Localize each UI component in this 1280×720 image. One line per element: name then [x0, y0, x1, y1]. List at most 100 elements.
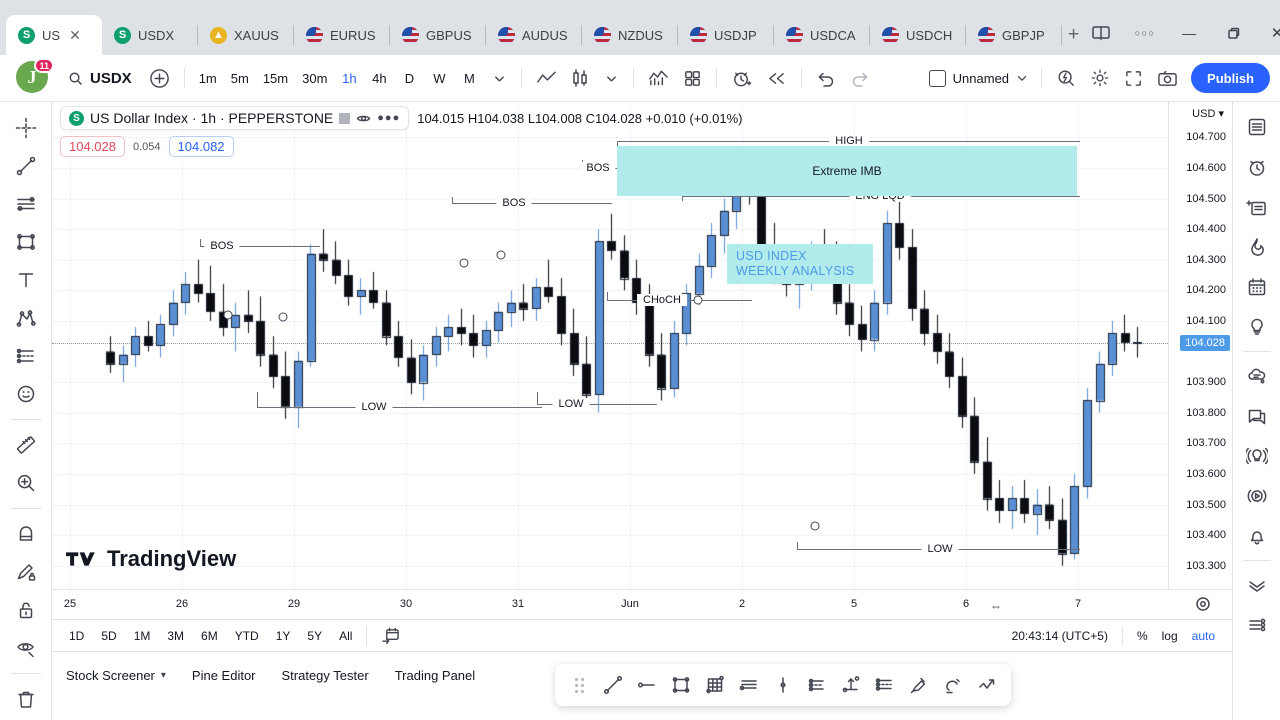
range-1D[interactable]: 1D	[62, 627, 91, 645]
resize-handle-icon[interactable]: ⇔	[990, 599, 1002, 613]
redo-button[interactable]	[843, 63, 877, 93]
trend-line-icon[interactable]	[7, 148, 45, 184]
reading-list-icon[interactable]	[1079, 16, 1123, 50]
text-icon[interactable]	[7, 262, 45, 298]
long-position-icon[interactable]	[835, 669, 867, 701]
brush-icon[interactable]	[903, 669, 935, 701]
rectangle-icon[interactable]	[7, 224, 45, 260]
browser-tab[interactable]: AUDUS	[486, 15, 582, 55]
interval-dropdown-icon[interactable]	[484, 63, 514, 93]
range-YTD[interactable]: YTD	[228, 627, 266, 645]
fib-channel-icon[interactable]	[869, 669, 901, 701]
close-tab-icon[interactable]: ✕	[69, 28, 81, 42]
templates-icon[interactable]	[676, 63, 709, 93]
grid-icon[interactable]	[699, 669, 731, 701]
interval-D[interactable]: D	[394, 63, 424, 93]
browser-tab[interactable]: S USDX	[102, 15, 198, 55]
chart-pane[interactable]: HIGH ENG LQD BOS BOS BOS CHoCH LOW LOW LOW Extre…	[52, 102, 1168, 589]
browser-tab[interactable]: GBPJP	[966, 15, 1062, 55]
layout-selector[interactable]: Unnamed	[923, 69, 1034, 87]
alerts-icon[interactable]	[1238, 148, 1276, 186]
ask-price[interactable]: 104.082	[168, 136, 234, 157]
price-unit[interactable]: USD ▾	[1192, 107, 1224, 120]
interval-1h[interactable]: 1h	[334, 63, 364, 93]
browser-tab[interactable]: S US ✕	[6, 15, 102, 55]
browser-tab[interactable]: USDJP	[678, 15, 774, 55]
interval-M[interactable]: M	[454, 63, 484, 93]
auto-scale-button[interactable]: auto	[1185, 627, 1222, 645]
browser-tab[interactable]: GBPUS	[390, 15, 486, 55]
chat-cloud-icon[interactable]	[1238, 357, 1276, 395]
quick-search-icon[interactable]	[1049, 63, 1083, 93]
structure-leg[interactable]	[200, 239, 201, 246]
eye-icon[interactable]	[356, 111, 371, 126]
more-icon[interactable]: ●●●	[377, 112, 400, 124]
interval-4h[interactable]: 4h	[364, 63, 394, 93]
structure-leg[interactable]	[537, 392, 538, 404]
ruler-icon[interactable]	[7, 427, 45, 463]
bottom-tab-strategy-tester[interactable]: Strategy Tester	[282, 668, 369, 683]
interval-1m[interactable]: 1m	[192, 63, 224, 93]
interval-30m[interactable]: 30m	[295, 63, 334, 93]
ideas-icon[interactable]	[1238, 308, 1276, 346]
stream-icon[interactable]	[1238, 477, 1276, 515]
range-All[interactable]: All	[332, 627, 359, 645]
horizontal-lines-icon[interactable]	[7, 186, 45, 222]
zigzag-arrow-icon[interactable]	[971, 669, 1003, 701]
bos-line[interactable]	[452, 203, 612, 204]
hotlist-icon[interactable]	[1238, 228, 1276, 266]
parallel-channel-icon[interactable]	[733, 669, 765, 701]
time-scale[interactable]: 25 26 29 30 31 Jun 2 5 6 7 ⇔	[52, 589, 1232, 619]
low-line[interactable]	[257, 407, 542, 408]
collapse-icon[interactable]	[1238, 566, 1276, 604]
lock-icon[interactable]	[7, 592, 45, 628]
bottom-tab-trading-panel[interactable]: Trading Panel	[395, 668, 475, 683]
indicators-icon[interactable]	[641, 63, 676, 93]
interval-5m[interactable]: 5m	[224, 63, 256, 93]
bottom-tab-stock-screener[interactable]: Stock Screener ▾	[66, 668, 166, 683]
fib-retracement-icon[interactable]	[7, 338, 45, 374]
analysis-note[interactable]: USD INDEX WEEKLY ANALYSIS	[727, 244, 873, 284]
chart-type-dropdown-icon[interactable]	[596, 63, 626, 93]
chart-style-icon[interactable]	[339, 112, 351, 124]
publish-button[interactable]: Publish	[1191, 63, 1270, 93]
browser-tab[interactable]: ▲ XAUUS	[198, 15, 294, 55]
range-5D[interactable]: 5D	[94, 627, 123, 645]
public-chat-icon[interactable]	[1238, 397, 1276, 435]
data-window-icon[interactable]	[1238, 188, 1276, 226]
broadcast-icon[interactable]	[1238, 437, 1276, 475]
highlighter-icon[interactable]	[937, 669, 969, 701]
trash-icon[interactable]	[7, 681, 45, 717]
browser-tab[interactable]: EURUS	[294, 15, 390, 55]
interval-15m[interactable]: 15m	[256, 63, 295, 93]
clock-time[interactable]: 20:43:14 (UTC+5)	[1005, 627, 1115, 645]
pencil-lock-icon[interactable]	[7, 554, 45, 590]
snapshot-camera-icon[interactable]	[1150, 63, 1185, 93]
avatar[interactable]: J 11	[16, 58, 54, 95]
candle-chart-type-icon[interactable]	[564, 63, 596, 93]
watchlist-icon[interactable]	[1238, 108, 1276, 146]
goto-date-icon[interactable]	[374, 625, 407, 646]
flat-bottom-icon[interactable]	[801, 669, 833, 701]
cross-cursor-icon[interactable]	[7, 110, 45, 146]
pitchfork-icon[interactable]	[7, 300, 45, 336]
more-options-icon[interactable]: ○○○	[1123, 16, 1167, 50]
browser-tab[interactable]: USDCH	[870, 15, 966, 55]
log-scale-button[interactable]: log	[1155, 627, 1185, 645]
eye-hide-icon[interactable]	[7, 630, 45, 666]
trend-line-icon[interactable]	[597, 669, 629, 701]
vertical-line-icon[interactable]	[767, 669, 799, 701]
emoji-icon[interactable]	[7, 376, 45, 412]
interval-W[interactable]: W	[424, 63, 454, 93]
range-3M[interactable]: 3M	[160, 627, 191, 645]
browser-tab[interactable]: USDCA	[774, 15, 870, 55]
bottom-tab-pine-editor[interactable]: Pine Editor	[192, 668, 256, 683]
maximize-button[interactable]	[1211, 16, 1255, 50]
ray-icon[interactable]	[631, 669, 663, 701]
undo-button[interactable]	[809, 63, 843, 93]
line-chart-type-icon[interactable]	[529, 63, 564, 93]
settings-list-icon[interactable]	[1238, 606, 1276, 644]
new-tab-button[interactable]: +	[1068, 20, 1079, 50]
bid-price[interactable]: 104.028	[60, 136, 125, 157]
structure-leg[interactable]	[257, 392, 258, 407]
